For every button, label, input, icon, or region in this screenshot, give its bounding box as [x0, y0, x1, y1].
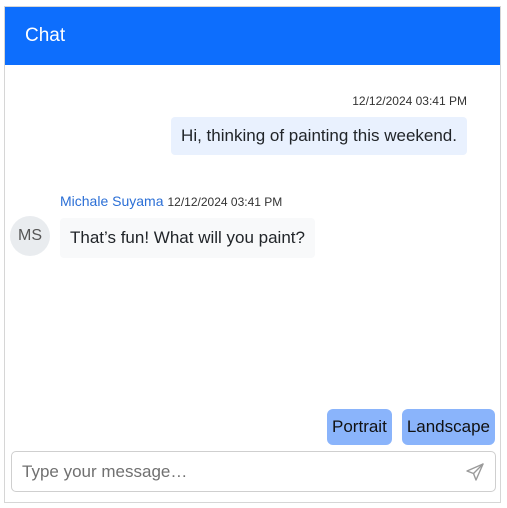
message-input[interactable] [22, 452, 452, 491]
send-icon[interactable] [465, 462, 485, 482]
suggestion-landscape[interactable]: Landscape [401, 409, 495, 445]
send-icon-graphic [466, 463, 484, 481]
chat-header: Chat [5, 7, 500, 65]
suggestion-list: Portrait Landscape [327, 409, 495, 445]
chat-title: Chat [25, 25, 66, 46]
incoming-message-bubble: That’s fun! What will you paint? [60, 218, 315, 258]
avatar: MS [10, 216, 50, 256]
outgoing-message-timestamp: 12/12/2024 03:41 PM [352, 94, 467, 108]
outgoing-message-bubble: Hi, thinking of painting this weekend. [171, 117, 467, 155]
message-composer [11, 451, 496, 492]
incoming-message-timestamp: 12/12/2024 03:41 PM [167, 195, 283, 209]
sender-name: Michale Suyama [60, 193, 164, 209]
chat-window: Chat 12/12/2024 03:41 PM Hi, thinking of… [4, 6, 501, 503]
incoming-message-meta: Michale Suyama 12/12/2024 03:41 PM [60, 193, 282, 209]
suggestion-portrait[interactable]: Portrait [327, 409, 392, 445]
